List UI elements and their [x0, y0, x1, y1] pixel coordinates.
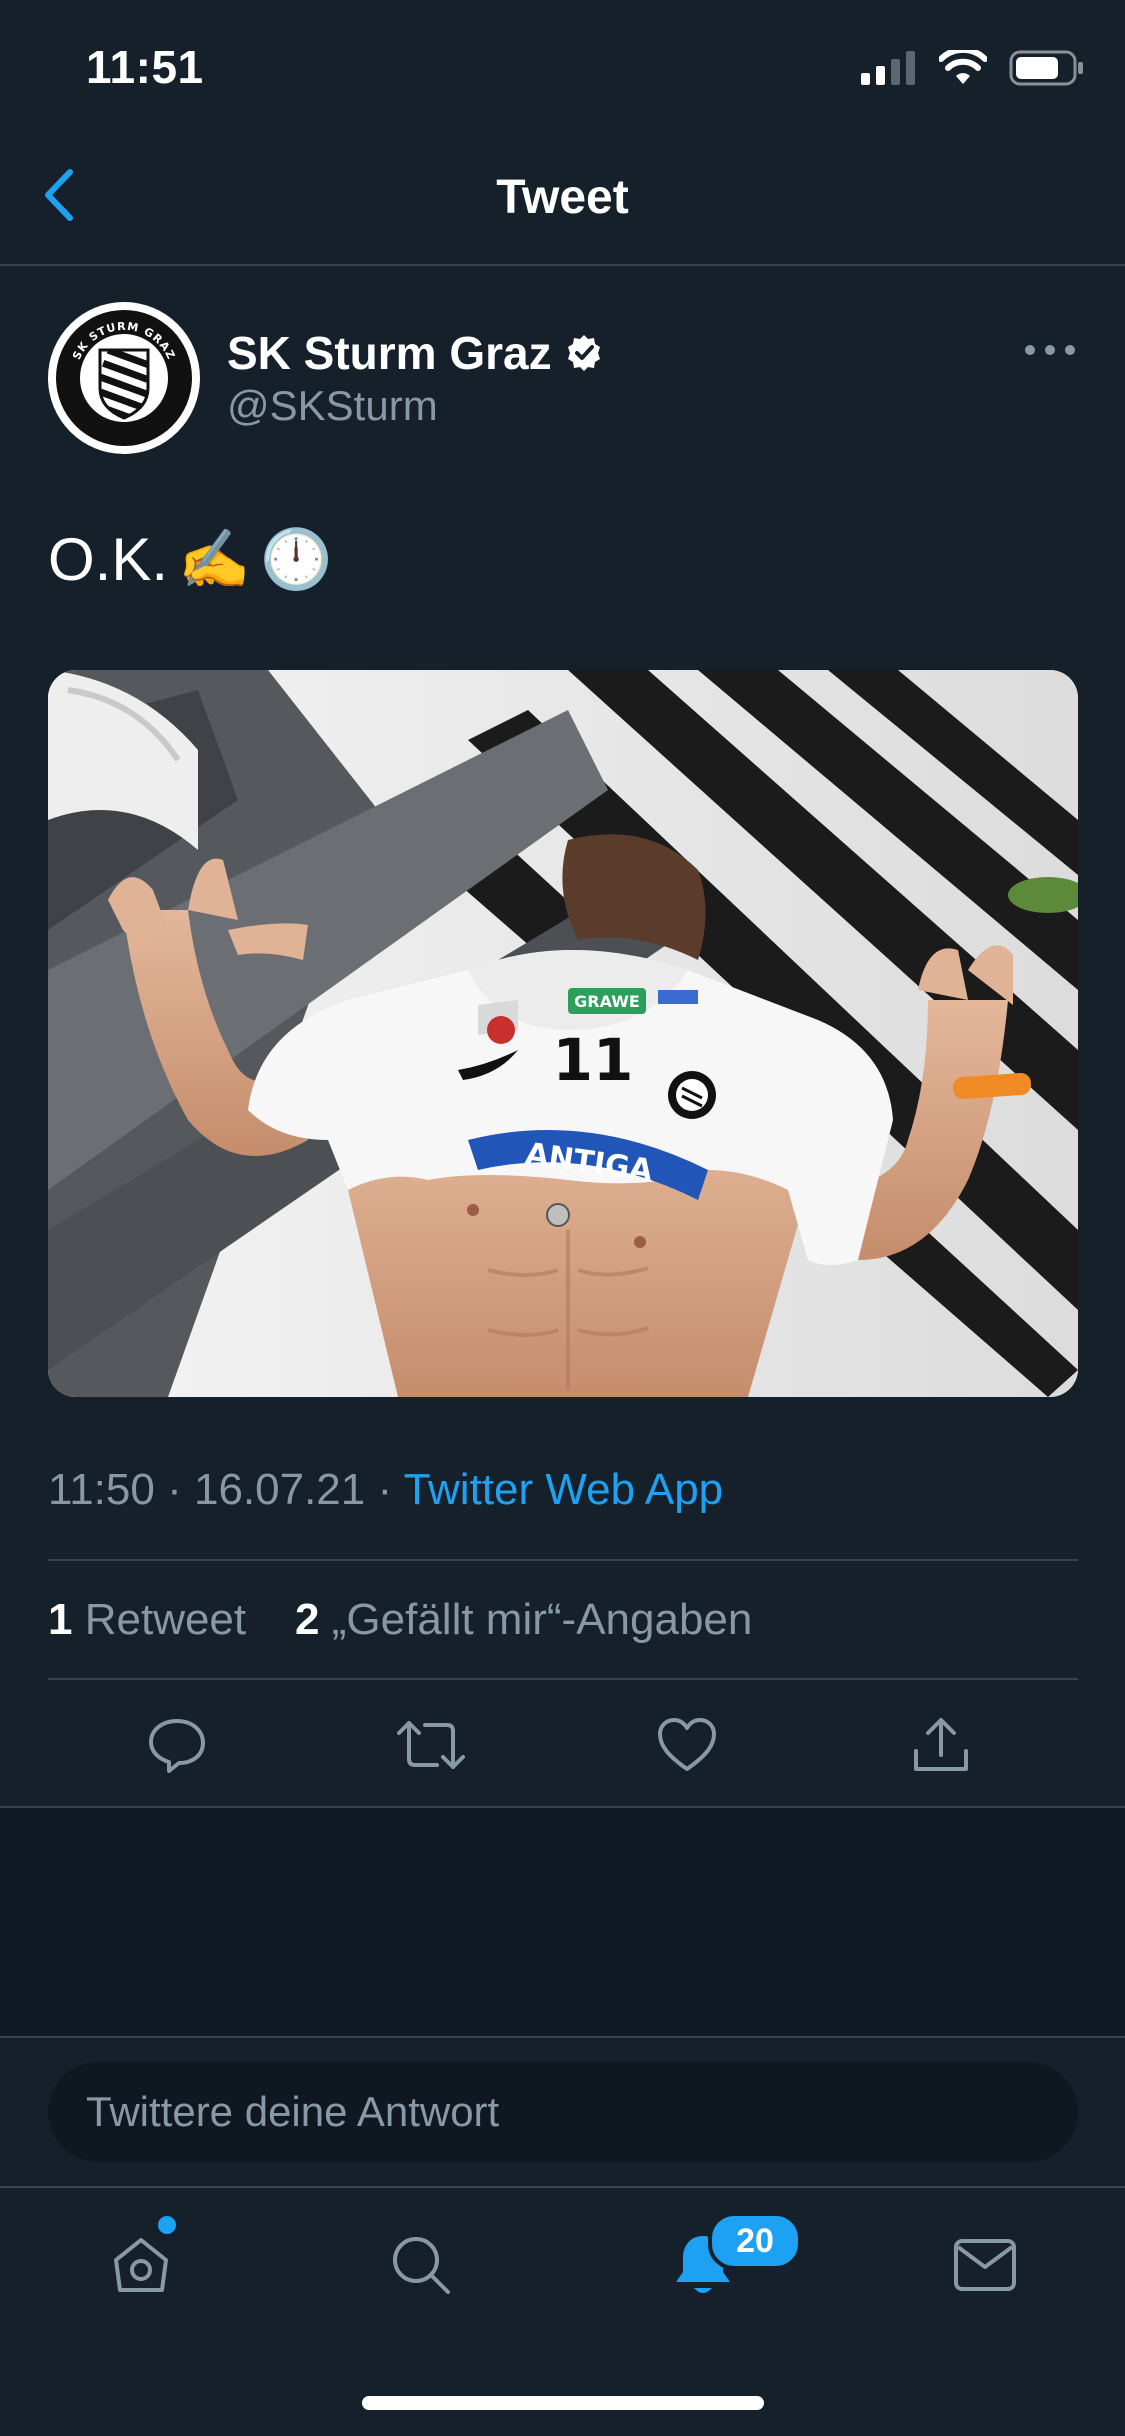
divider: [48, 1559, 1078, 1561]
svg-text:11: 11: [553, 1026, 634, 1094]
reply-input[interactable]: [48, 2087, 1048, 2137]
share-icon: [914, 1718, 968, 1771]
retweet-count: 1: [48, 1595, 73, 1644]
tab-home[interactable]: [96, 2220, 186, 2310]
like-button[interactable]: [642, 1700, 732, 1790]
author-name: SK Sturm Graz: [227, 327, 552, 379]
like-label: „Gefällt mir“-Angaben: [331, 1595, 753, 1644]
reply-bar: [48, 2062, 1078, 2162]
share-button[interactable]: [896, 1700, 986, 1790]
author-name-row[interactable]: SK Sturm Graz: [227, 326, 604, 380]
retweet-icon: [397, 1721, 465, 1769]
home-indicator: [362, 2396, 764, 2410]
meta-separator: ·: [377, 1465, 393, 1514]
search-icon: [393, 2237, 450, 2294]
tweet-meta: 11:50 · 16.07.21 · Twitter Web App: [48, 1465, 723, 1515]
tweet-photo[interactable]: GRAWE 11 ANTIGA: [48, 670, 1078, 1397]
like-stat[interactable]: 2 „Gefällt mir“-Angaben: [295, 1595, 752, 1644]
empty-replies-area: [0, 1808, 1125, 2036]
reply-icon: [149, 1719, 205, 1773]
home-icon: [114, 2238, 168, 2292]
wifi-icon: [939, 50, 987, 84]
retweet-label: Retweet: [84, 1595, 247, 1644]
tweet-date: 16.07.21: [193, 1465, 366, 1514]
author-handle[interactable]: @SKSturm: [227, 382, 438, 430]
svg-text:GRAWE: GRAWE: [574, 992, 640, 1011]
retweet-button[interactable]: [386, 1700, 476, 1790]
cellular-signal-icon: [861, 51, 915, 85]
status-icons: [861, 48, 1085, 88]
club-logo-icon: SK STURM GRAZ SEIT 1909: [50, 304, 198, 452]
home-unread-dot: [158, 2216, 176, 2234]
retweet-stat[interactable]: 1 Retweet: [48, 1595, 246, 1644]
notifications-badge: 20: [708, 2212, 802, 2270]
tab-messages[interactable]: [940, 2220, 1030, 2310]
more-horizontal-icon: [1025, 345, 1075, 355]
divider: [48, 1678, 1078, 1680]
tweet-actions: [0, 1700, 1125, 1790]
divider: [0, 2186, 1125, 2188]
more-button[interactable]: [1020, 330, 1080, 370]
reply-button[interactable]: [132, 1700, 222, 1790]
tweet-source-link[interactable]: Twitter Web App: [404, 1465, 724, 1514]
meta-separator: ·: [167, 1465, 182, 1514]
mail-icon: [954, 2239, 1016, 2291]
tweet-time: 11:50: [48, 1465, 155, 1514]
status-time: 11:51: [86, 41, 204, 93]
battery-icon: [1009, 50, 1083, 86]
like-count: 2: [295, 1595, 320, 1644]
verified-badge-icon: [567, 335, 600, 371]
heart-icon: [658, 1718, 716, 1771]
tweet-text: O.K. ✍️ 🕛: [48, 525, 332, 594]
tweet-stats: 1 Retweet 2 „Gefällt mir“-Angaben: [48, 1595, 752, 1645]
divider: [0, 2036, 1125, 2038]
writing-hand-emoji: ✍️: [178, 526, 251, 592]
tweet-photo-illustration: GRAWE 11 ANTIGA: [48, 670, 1078, 1397]
clock-emoji: 🕛: [260, 526, 333, 592]
tab-search[interactable]: [376, 2220, 466, 2310]
nav-divider: [0, 264, 1125, 266]
avatar[interactable]: SK STURM GRAZ SEIT 1909: [48, 302, 200, 454]
page-title: Tweet: [496, 171, 629, 224]
tweet-text-content: O.K.: [48, 526, 169, 593]
